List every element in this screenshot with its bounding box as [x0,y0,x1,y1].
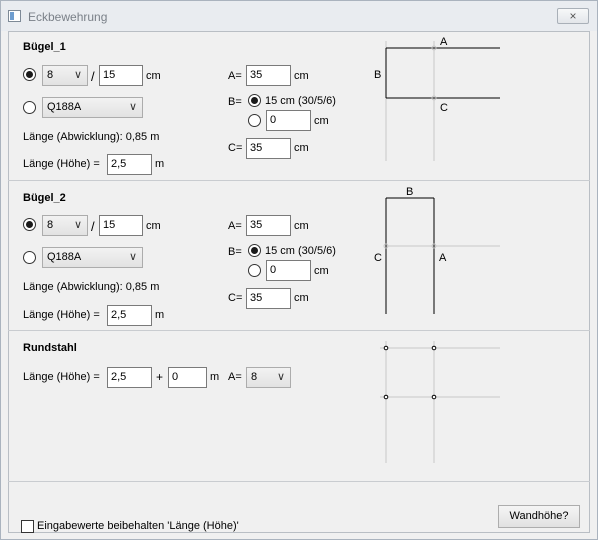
dialog-window: Eckbewehrung × Bügel_1 8 ∨ / 15 cm Q188A ∨… [0,0,598,540]
keep-values-checkbox[interactable] [21,520,34,533]
rundstahl-diagram [380,341,500,463]
wandhoehe-button[interactable]: Wandhöhe? [498,505,580,528]
keep-values-label: Eingabewerte beibehalten 'Länge (Höhe)' [37,520,239,532]
divider [8,481,590,482]
